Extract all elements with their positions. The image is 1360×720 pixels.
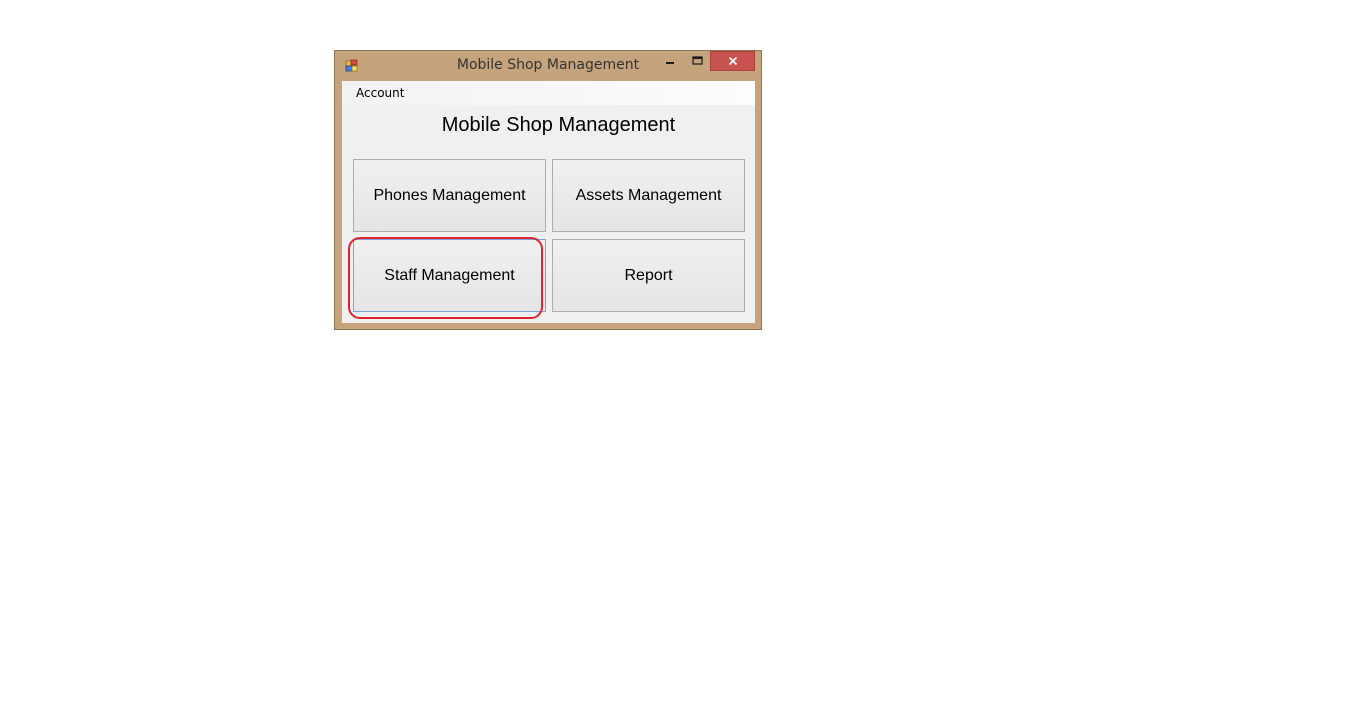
maximize-button[interactable] [684, 51, 710, 71]
minimize-icon [666, 62, 674, 64]
assets-management-button[interactable]: Assets Management [552, 159, 745, 232]
close-button[interactable] [710, 51, 755, 71]
minimize-button[interactable] [657, 51, 683, 71]
close-icon [728, 56, 737, 66]
staff-management-button[interactable]: Staff Management [353, 239, 546, 312]
phones-management-button[interactable]: Phones Management [353, 159, 546, 232]
report-button[interactable]: Report [552, 239, 745, 312]
menu-item-account[interactable]: Account [349, 83, 411, 103]
title-bar[interactable]: Mobile Shop Management [335, 51, 761, 81]
client-area: Account Mobile Shop Management Phones Ma… [342, 81, 755, 323]
app-window: Mobile Shop Management Account Mobile Sh… [334, 50, 762, 330]
page-title: Mobile Shop Management [441, 114, 676, 136]
maximize-icon [691, 56, 703, 65]
menu-bar: Account [342, 81, 755, 105]
